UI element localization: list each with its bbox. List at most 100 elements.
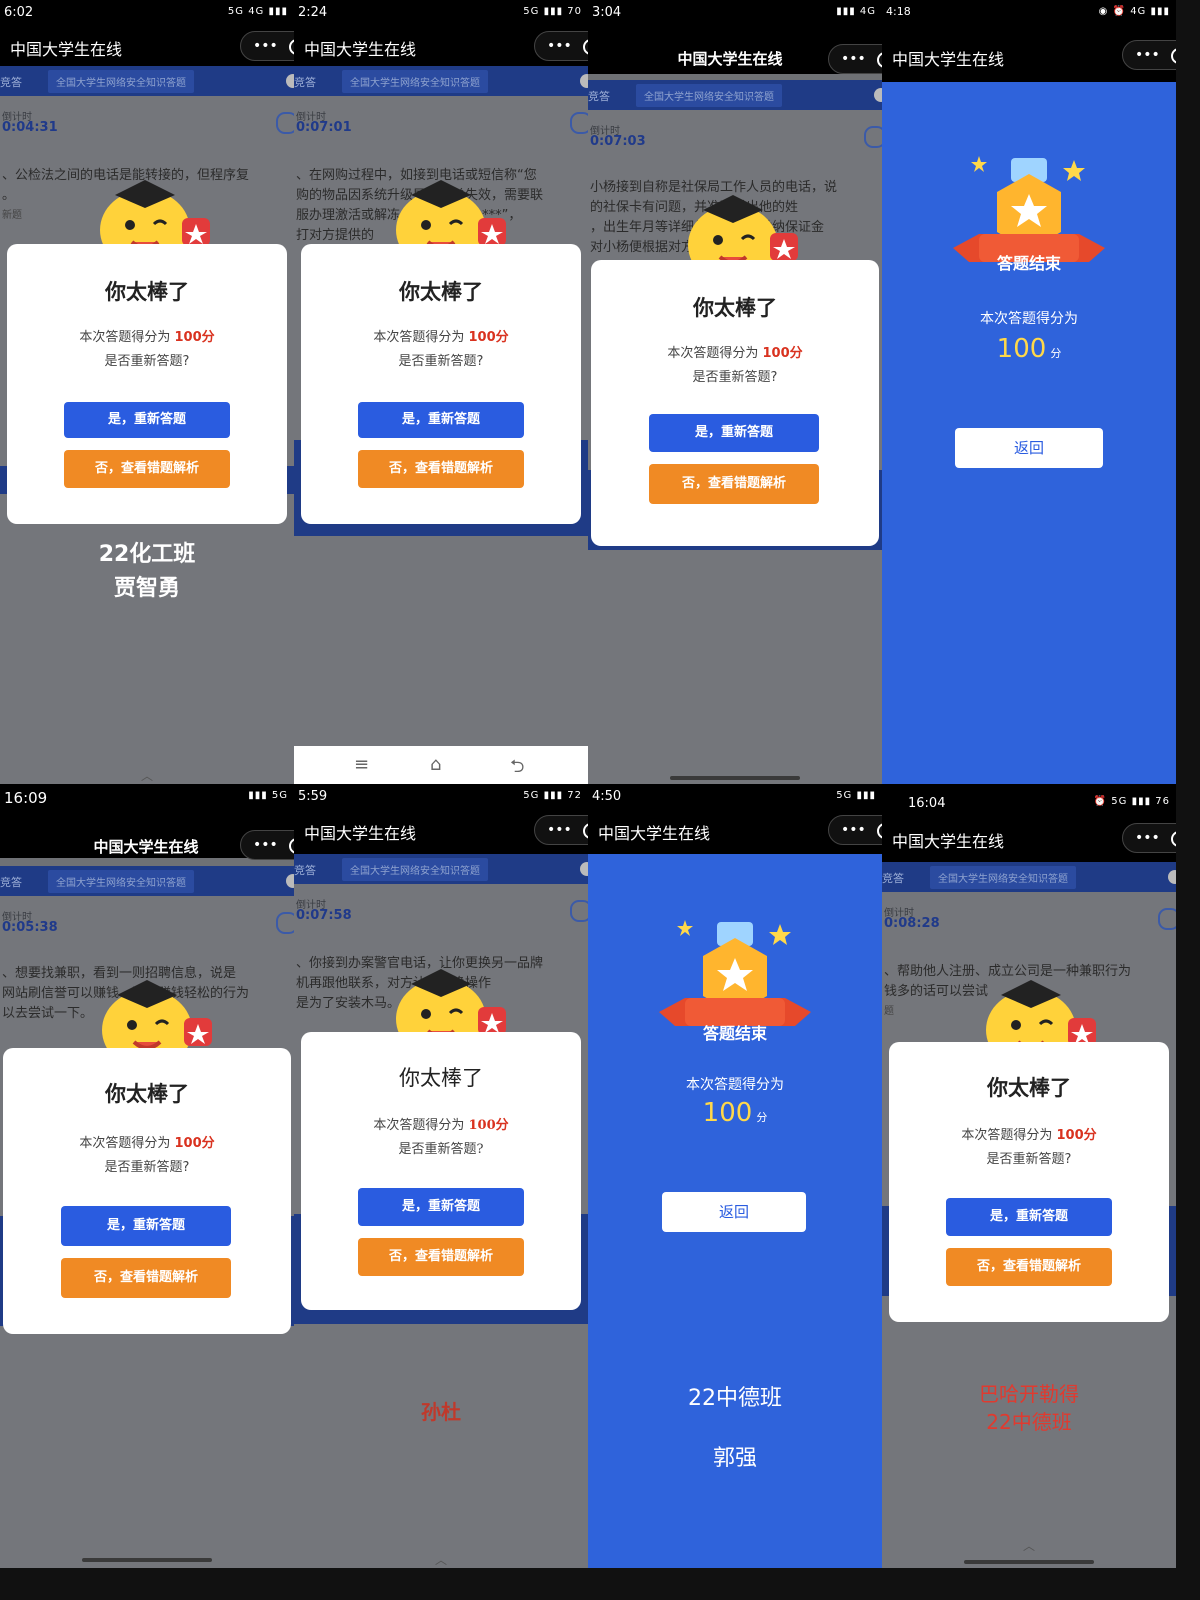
status-time: 4:18 (886, 5, 911, 18)
timer-value: 0:08:28 (884, 916, 940, 931)
mini-program-capsule[interactable]: ••• (240, 31, 294, 61)
home-indicator[interactable] (964, 1560, 1094, 1564)
review-button[interactable]: 否，查看错题解析 (64, 450, 230, 488)
overlay-name: 巴哈开勒得 (979, 1382, 1079, 1406)
review-button[interactable]: 否，查看错题解析 (649, 464, 819, 504)
review-button[interactable]: 否，查看错题解析 (61, 1258, 231, 1298)
app-title: 中国大学生在线 (892, 832, 1005, 851)
more-menu-icon[interactable]: ••• (253, 831, 278, 859)
star-icon (1063, 160, 1085, 181)
timer-icon (570, 900, 588, 922)
dialog-score-line: 本次答题得分为 100分 (591, 342, 879, 361)
mini-program-capsule[interactable]: ••• (1122, 823, 1176, 853)
review-button[interactable]: 否，查看错题解析 (358, 1238, 524, 1276)
result-dialog: 你太棒了 本次答题得分为 100分 是否重新答题? 是，重新答题 否，查看错题解… (3, 1048, 291, 1334)
mini-program-capsule[interactable]: ••• (828, 44, 882, 74)
mini-program-capsule[interactable]: ••• (828, 815, 882, 845)
score-value: 100分 (174, 1136, 215, 1151)
tab-toggle-icon[interactable] (286, 74, 294, 88)
quiz-tabs: 竞答 全国大学生网络安全知识答题 (294, 66, 588, 96)
status-bar: 4:50 5G ▮▮▮ (588, 784, 882, 810)
tab-toggle-icon[interactable] (1168, 870, 1176, 884)
more-menu-icon[interactable]: ••• (253, 32, 278, 60)
timer-icon (864, 126, 882, 148)
tab-competition[interactable]: 竞答 (294, 74, 316, 90)
retry-button[interactable]: 是，重新答题 (61, 1206, 231, 1246)
mini-program-capsule[interactable]: ••• (240, 830, 294, 860)
menu-icon[interactable]: ≡ (354, 754, 369, 775)
capsule-close-icon[interactable] (1171, 48, 1176, 64)
more-menu-icon[interactable]: ••• (1135, 41, 1160, 69)
tab-toggle-icon[interactable] (286, 874, 294, 888)
more-menu-icon[interactable]: ••• (1135, 824, 1160, 852)
status-time: 16:09 (4, 789, 48, 807)
retry-button[interactable]: 是，重新答题 (946, 1198, 1112, 1236)
tab-quiz-title[interactable]: 全国大学生网络安全知识答题 (930, 866, 1076, 889)
dialog-retry-question: 是否重新答题? (104, 1160, 190, 1175)
tab-competition[interactable]: 竞答 (882, 870, 904, 886)
tab-quiz-title[interactable]: 全国大学生网络安全知识答题 (48, 870, 194, 893)
title-bar: 中国大学生在线 ••• (588, 810, 882, 854)
app-title: 中国大学生在线 (10, 40, 123, 59)
return-button[interactable]: 返回 (662, 1192, 806, 1232)
tab-quiz-title[interactable]: 全国大学生网络安全知识答题 (342, 70, 488, 93)
more-menu-icon[interactable]: ••• (841, 816, 866, 844)
dialog-title: 你太棒了 (987, 1076, 1071, 1100)
retry-button[interactable]: 是，重新答题 (358, 1188, 524, 1226)
overlay-class: 22化工班 (98, 542, 196, 567)
dialog-title: 你太棒了 (105, 280, 189, 304)
retry-button[interactable]: 是，重新答题 (358, 402, 524, 438)
quiz-tabs: 竞答 全国大学生网络安全知识答题 (0, 866, 294, 896)
result-dialog: 你太棒了 本次答题得分为 100分 是否重新答题? 是，重新答题 否，查看错题解… (301, 244, 581, 524)
tab-toggle-icon[interactable] (580, 862, 588, 876)
tab-quiz-title[interactable]: 全国大学生网络安全知识答题 (342, 858, 488, 881)
tab-competition[interactable]: 竞答 (588, 88, 610, 104)
mini-program-capsule[interactable]: ••• (534, 815, 588, 845)
tab-quiz-title[interactable]: 全国大学生网络安全知识答题 (636, 84, 782, 107)
status-icons: ◉ ⏰ 4G ▮▮▮ (1098, 6, 1170, 17)
score-prefix: 本次答题得分为 (79, 1136, 171, 1151)
retry-button[interactable]: 是，重新答题 (64, 402, 230, 438)
status-icons: 5G ▮▮▮ 70 (523, 6, 582, 17)
more-menu-icon[interactable]: ••• (547, 816, 572, 844)
dialog-retry-question: 是否重新答题? (398, 1142, 484, 1157)
chevron-up-icon: ︿ (434, 1553, 447, 1567)
home-indicator[interactable] (82, 1558, 212, 1562)
tab-competition[interactable]: 竞答 (0, 874, 22, 890)
status-icons: ▮▮▮ 5G (248, 790, 288, 801)
tab-quiz-title[interactable]: 全国大学生网络安全知识答题 (48, 70, 194, 93)
tab-toggle-icon[interactable] (580, 74, 588, 88)
panel-3: 3:04 ▮▮▮ 4G 中国大学生在线 ••• 竞答 全国大学生网络安全知识答题… (588, 0, 882, 784)
dialog-score-line: 本次答题得分为 100分 (3, 1132, 291, 1151)
screenshot-collage: 6:02 5G 4G ▮▮▮ 中国大学生在线 ••• 竞答 全国大学生网络安全知… (0, 0, 1176, 1568)
status-bar: 4:18 ◉ ⏰ 4G ▮▮▮ (882, 0, 1176, 26)
star-icon (769, 924, 791, 945)
ribbon-label: 答题结束 (996, 254, 1061, 273)
review-button[interactable]: 否，查看错题解析 (946, 1248, 1112, 1286)
title-bar: 中国大学生在线 ••• (0, 814, 294, 860)
home-indicator[interactable] (670, 776, 800, 780)
timer-icon (276, 112, 294, 134)
home-icon[interactable]: ⌂ (430, 754, 441, 775)
app-title: 中国大学生在线 (598, 824, 711, 843)
mini-program-capsule[interactable]: ••• (1122, 40, 1176, 70)
score-value: 100分 (762, 346, 803, 361)
back-icon[interactable]: ⮌ (510, 754, 524, 784)
panel-4: 4:18 ◉ ⏰ 4G ▮▮▮ 中国大学生在线 ••• 答题结束 本次答题得分为… (882, 0, 1176, 784)
tab-competition[interactable]: 竞答 (0, 74, 22, 90)
result-dialog: 你太棒了 本次答题得分为 100分 是否重新答题? 是，重新答题 否，查看错题解… (889, 1042, 1169, 1322)
return-button[interactable]: 返回 (955, 428, 1103, 468)
more-menu-icon[interactable]: ••• (841, 45, 866, 73)
retry-button[interactable]: 是，重新答题 (649, 414, 819, 452)
review-button[interactable]: 否，查看错题解析 (358, 450, 524, 488)
capsule-close-icon[interactable] (1171, 831, 1176, 847)
quiz-tabs: 竞答 全国大学生网络安全知识答题 (882, 862, 1176, 892)
more-menu-icon[interactable]: ••• (547, 32, 572, 60)
quiz-tabs: 竞答 全国大学生网络安全知识答题 (0, 66, 294, 96)
tab-competition[interactable]: 竞答 (294, 862, 316, 878)
tab-toggle-icon[interactable] (874, 88, 882, 102)
score-prefix: 本次答题得分为 (961, 1128, 1053, 1143)
mini-program-capsule[interactable]: ••• (534, 31, 588, 61)
end-score: 100 分 (882, 334, 1176, 364)
dialog-score-line: 本次答题得分为 100分 (889, 1124, 1169, 1143)
